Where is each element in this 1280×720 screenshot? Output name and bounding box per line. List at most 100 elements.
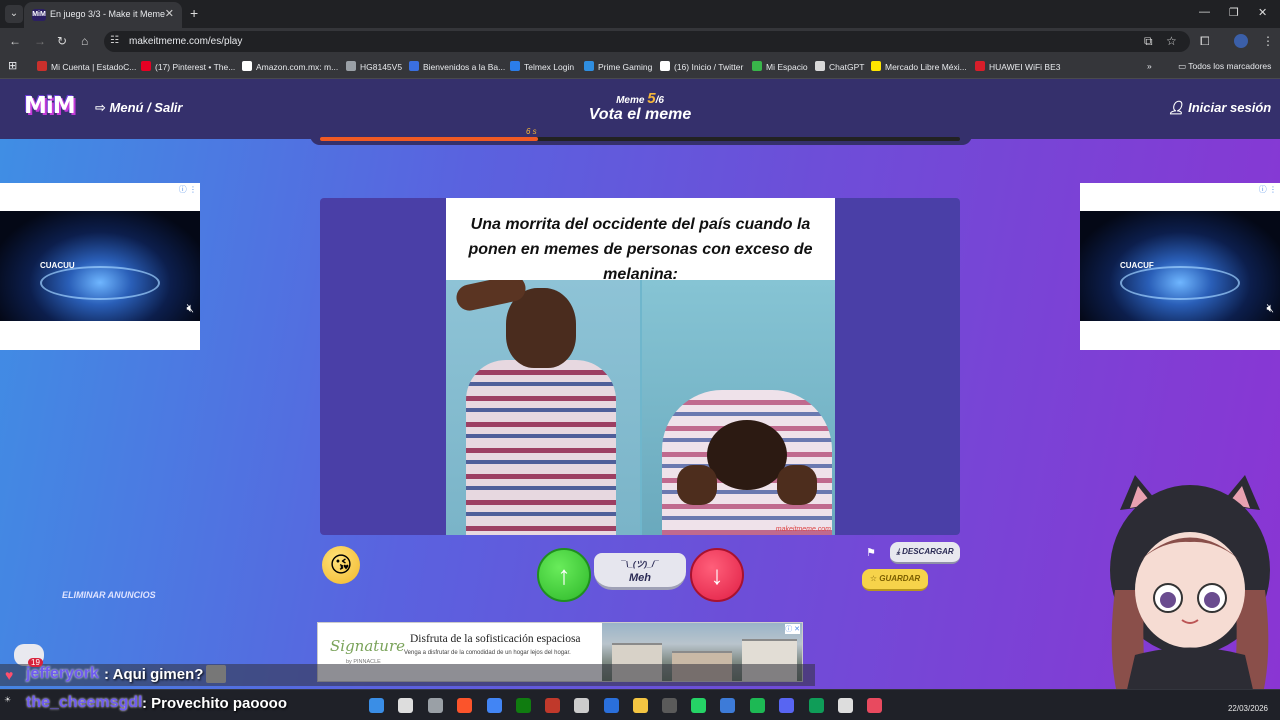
ad-left[interactable]: ⓘ ⋮ CUACUU 🔇︎ xyxy=(0,183,200,350)
meme-counter-label: Meme xyxy=(616,95,645,106)
heart-icon: ♥ xyxy=(5,667,14,683)
mute-icon[interactable]: 🔇︎ xyxy=(186,301,194,316)
login-link[interactable]: 👤︎ Iniciar sesión xyxy=(1168,100,1271,116)
emoji-reaction-button[interactable]: 😘︎ xyxy=(322,546,360,584)
meh-button[interactable]: ¯\_(ツ)_/¯ Meh xyxy=(594,553,686,590)
all-bookmarks-label: Todos los marcadores xyxy=(1188,61,1272,71)
bookmark-item[interactable]: Telmex Login xyxy=(510,61,574,72)
ad-info-icon[interactable]: ⓘ ⋮ xyxy=(179,184,197,195)
save-label: GUARDAR xyxy=(879,574,921,583)
bookmarks-overflow-icon[interactable]: » xyxy=(1147,61,1152,71)
bookmark-item[interactable]: Mi Cuenta | EstadoC... xyxy=(37,61,136,72)
bookmark-item[interactable]: ChatGPT xyxy=(815,61,864,72)
new-tab-icon[interactable]: + xyxy=(190,5,198,21)
bookmark-favicon-icon xyxy=(871,61,881,71)
site-favicon-icon: MiM xyxy=(32,9,46,21)
more-menu-icon[interactable]: ⋮ xyxy=(1262,34,1274,48)
remove-ads-link[interactable]: ELIMINAR ANUNCIOS xyxy=(62,590,156,600)
reload-icon[interactable]: ↻ xyxy=(57,34,67,48)
apps-grid-icon[interactable]: ⊞ xyxy=(8,59,17,72)
bookmark-item[interactable]: Bienvenidos a la Ba... xyxy=(409,61,505,72)
ad-video[interactable]: CUACUF 🔇︎ xyxy=(1080,211,1280,321)
bookmark-favicon-icon xyxy=(752,61,762,71)
bookmark-item[interactable]: HUAWEI WiFi BE3 xyxy=(975,61,1060,72)
bookmark-item[interactable]: (16) Inicio / Twitter xyxy=(660,61,743,72)
meme-caption: Una morrita del occidente del país cuand… xyxy=(468,216,813,283)
watermark: makeitmeme.com xyxy=(775,526,831,533)
taskbar-date: 22/03/2026 xyxy=(1227,704,1268,713)
bookmark-item[interactable]: Amazon.com.mx: m... xyxy=(242,61,338,72)
ad-subtitle: Venga a disfrutar de la comodidad de un … xyxy=(404,650,571,656)
ad-logo: Signature xyxy=(330,637,406,655)
ad-info-icon[interactable]: ⓘ ⋮ xyxy=(1259,184,1277,195)
bookmark-label: Mercado Libre Méxi... xyxy=(885,62,967,72)
crying-kid-right xyxy=(642,280,835,535)
downvote-button[interactable]: ↓ xyxy=(690,548,744,602)
bookmark-favicon-icon xyxy=(37,61,47,71)
bookmark-item[interactable]: (17) Pinterest • The... xyxy=(141,61,235,72)
meme-photo: makeitmeme.com xyxy=(446,280,835,535)
login-label: Iniciar sesión xyxy=(1188,100,1272,115)
bookmark-star-icon[interactable]: ☆ xyxy=(1166,34,1177,48)
bookmark-item[interactable]: Mi Espacio xyxy=(752,61,808,72)
extensions-icon[interactable]: ⧠ xyxy=(1200,34,1210,49)
timer-bar xyxy=(310,133,972,145)
ad-close-icon[interactable]: ⓘ ✕ xyxy=(785,624,800,634)
bookmark-label: Mi Espacio xyxy=(766,62,808,72)
download-button[interactable]: ⤓ DESCARGAR xyxy=(890,542,960,564)
bookmarks-bar: ⊞ Mi Cuenta | EstadoC... (17) Pinterest •… xyxy=(0,55,1280,79)
bookmark-item[interactable]: HG8145V5 xyxy=(346,61,402,72)
arrow-down-icon: ↓ xyxy=(710,560,724,590)
vtuber-avatar xyxy=(1110,475,1270,720)
bookmark-label: HG8145V5 xyxy=(360,62,403,72)
taskbar-app-icon[interactable] xyxy=(838,698,853,713)
timer-track xyxy=(320,137,960,141)
meme-panel: Una morrita del occidente del país cuand… xyxy=(320,198,960,535)
ad-right[interactable]: ⓘ ⋮ CUACUF 🔇︎ xyxy=(1080,183,1280,350)
bookmark-label: Mi Cuenta | EstadoC... xyxy=(51,62,137,72)
bookmark-label: Amazon.com.mx: m... xyxy=(256,62,339,72)
bookmark-label: HUAWEI WiFi BE3 xyxy=(989,62,1061,72)
window-close-icon[interactable]: ✕ xyxy=(1258,6,1267,19)
back-icon[interactable]: ← xyxy=(9,34,21,48)
minimize-icon[interactable]: — xyxy=(1199,6,1210,18)
mute-icon[interactable]: 🔇︎ xyxy=(1266,301,1274,316)
upvote-button[interactable]: ↑ xyxy=(537,548,591,602)
report-flag-icon[interactable]: ⚑ xyxy=(866,546,876,559)
cast-icon[interactable]: ⧉ xyxy=(1144,34,1153,49)
bookmark-item[interactable]: Prime Gaming xyxy=(584,61,652,72)
profile-avatar-icon[interactable] xyxy=(1234,34,1248,48)
bookmark-label: Bienvenidos a la Ba... xyxy=(423,62,506,72)
crying-kid-left xyxy=(446,280,640,535)
shrug-text: ¯\_(ツ)_/¯ xyxy=(621,559,659,569)
save-button[interactable]: ☆ GUARDAR xyxy=(862,569,928,591)
bookmark-favicon-icon xyxy=(346,61,356,71)
timer-fill xyxy=(320,137,538,141)
restore-icon[interactable]: ❐ xyxy=(1229,6,1239,19)
site-info-icon[interactable]: ☷ xyxy=(110,35,119,46)
taskbar-app-icon[interactable] xyxy=(867,698,882,713)
kid-head xyxy=(707,420,787,490)
ad-video[interactable]: CUACUU 🔇︎ xyxy=(0,211,200,321)
all-bookmarks-folder[interactable]: ▭ Todos los marcadores xyxy=(1178,61,1271,72)
address-bar[interactable]: ☷ makeitmeme.com/es/play xyxy=(104,31,1190,52)
home-icon[interactable]: ⌂ xyxy=(81,34,88,48)
chat-text: : Aqui gimen? xyxy=(104,666,204,683)
menu-exit-link[interactable]: ⇨ Menú / Salir xyxy=(95,100,182,116)
bookmark-label: ChatGPT xyxy=(829,62,865,72)
tab-active[interactable]: MiM En juego 3/3 - Make it Meme ✕ xyxy=(24,2,182,28)
tab-search-icon[interactable]: ⌄ xyxy=(5,5,23,23)
water-ring xyxy=(1120,266,1240,300)
forward-icon[interactable]: → xyxy=(34,34,46,48)
bookmark-item[interactable]: Mercado Libre Méxi... xyxy=(871,61,967,72)
bookmark-favicon-icon xyxy=(510,61,520,71)
url-text: makeitmeme.com/es/play xyxy=(129,36,243,47)
download-label: DESCARGAR xyxy=(902,547,954,556)
bookmark-label: Telmex Login xyxy=(524,62,575,72)
kid-hand xyxy=(677,465,717,505)
site-logo[interactable]: MiM xyxy=(24,93,76,119)
meme-image: Una morrita del occidente del país cuand… xyxy=(446,198,835,535)
tab-close-icon[interactable]: ✕ xyxy=(165,7,174,20)
chat-emote-icon xyxy=(206,665,226,683)
timer-label: 6 s xyxy=(526,127,537,136)
